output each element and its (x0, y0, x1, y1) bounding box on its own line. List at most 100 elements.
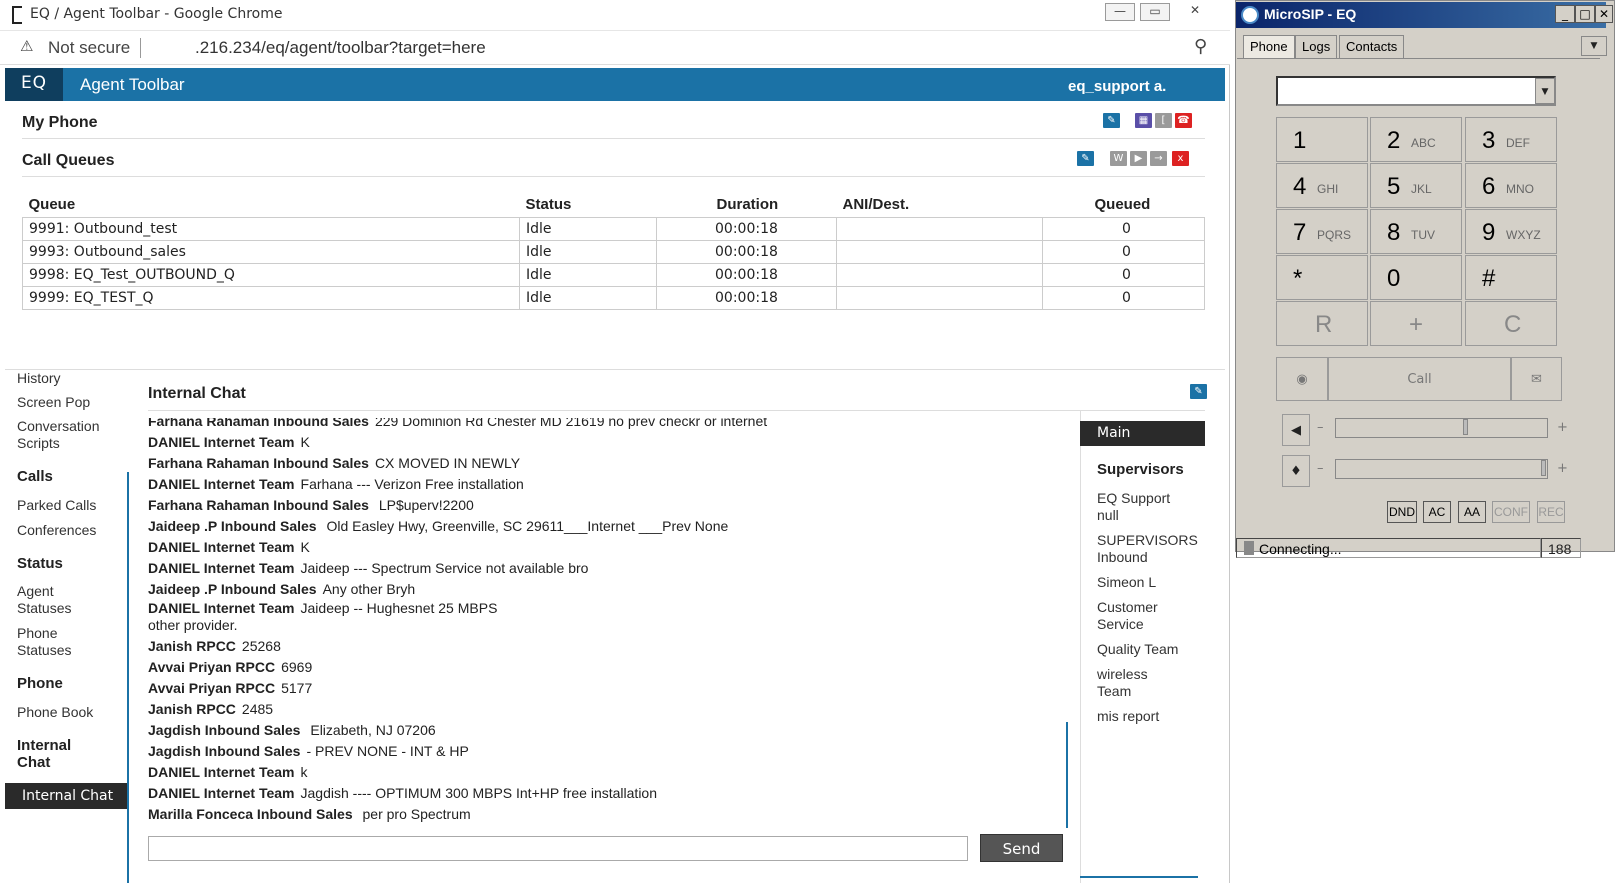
send-button[interactable]: Send (980, 834, 1063, 862)
chat-log[interactable]: Farhana Rahaman Inbound Sales 229 Dominio… (148, 418, 1068, 828)
microsip-close-button[interactable]: ✕ (1595, 5, 1613, 23)
room-item[interactable]: mis report (1097, 708, 1159, 725)
room-item[interactable]: SUPERVISORS (1097, 532, 1198, 549)
mic-slider-thumb[interactable] (1541, 460, 1546, 476)
transfer-icon[interactable]: [ (1155, 113, 1172, 128)
nav-phone-book[interactable]: Phone Book (17, 704, 93, 721)
ac-button[interactable]: AC (1423, 501, 1451, 523)
queues-wrench-icon[interactable]: ✎ (1077, 151, 1094, 166)
nav-scrollbar[interactable] (127, 472, 129, 883)
chat-text: Jaideep --- Spectrum Service not availab… (300, 560, 589, 576)
user-menu[interactable]: eq_support a. (1068, 78, 1166, 95)
forward-icon[interactable]: → (1150, 151, 1167, 166)
room-item-sub[interactable]: Service (1097, 616, 1144, 633)
key-0[interactable]: 0 (1370, 255, 1462, 300)
nav-parked-calls[interactable]: Parked Calls (17, 497, 96, 514)
key-hash[interactable]: # (1465, 255, 1557, 300)
key-digit: * (1293, 265, 1303, 292)
hangup-icon[interactable]: ☎ (1175, 113, 1192, 128)
microsip-maximize-button[interactable]: □ (1575, 5, 1595, 23)
room-item-sub[interactable]: Team (1097, 683, 1131, 700)
chat-message: Janish RPCC 25268 (148, 638, 281, 654)
tab-phone[interactable]: Phone (1243, 35, 1295, 59)
room-item[interactable]: Simeon L (1097, 574, 1156, 591)
nav-conversation-scripts[interactable]: Conversation (17, 418, 100, 435)
speaker-volume-slider[interactable] (1335, 418, 1548, 438)
key-9[interactable]: 9 WXYZ (1465, 209, 1557, 254)
app-header (5, 68, 1225, 101)
call-button[interactable]: Call (1328, 357, 1511, 401)
duration-cell: 00:00:18 (656, 285, 837, 310)
key-digit: C (1504, 311, 1522, 338)
tab-contacts[interactable]: Contacts (1339, 35, 1405, 59)
key-redial[interactable]: R (1276, 301, 1368, 346)
nav-agent-statuses[interactable]: Agent (17, 583, 54, 600)
key-star[interactable]: * (1276, 255, 1368, 300)
room-item[interactable]: wireless (1097, 666, 1148, 683)
speaker-icon[interactable]: ◀ (1282, 414, 1310, 446)
dial-dropdown-icon[interactable]: ▼ (1535, 78, 1555, 104)
nav-conversation-scripts-2[interactable]: Scripts (17, 435, 60, 452)
key-3[interactable]: 3 DEF (1465, 117, 1557, 162)
key-plus[interactable]: + (1370, 301, 1462, 346)
microsip-minimize-button[interactable]: _ (1555, 5, 1575, 23)
chat-scrollbar[interactable] (1066, 722, 1068, 828)
room-main[interactable]: Main (1080, 421, 1205, 446)
nav-agent-statuses-2[interactable]: Statuses (17, 600, 71, 617)
room-item[interactable]: EQ Support (1097, 490, 1170, 507)
nav-internal-chat[interactable]: Internal Chat (5, 783, 127, 809)
nav-history[interactable]: History (17, 370, 61, 387)
mic-volume-slider[interactable] (1335, 459, 1548, 479)
dnd-button[interactable]: DND (1387, 501, 1417, 523)
search-icon[interactable]: ⚲ (1194, 36, 1207, 57)
url-field[interactable]: .216.234/eq/agent/toolbar?target=here (195, 38, 486, 58)
rec-button[interactable]: REC (1537, 501, 1565, 523)
key-1[interactable]: 1 (1276, 117, 1368, 162)
video-call-icon[interactable]: ◉ (1276, 357, 1328, 401)
aa-button[interactable]: AA (1458, 501, 1486, 523)
ani-cell (836, 216, 1043, 241)
chat-wrench-icon[interactable]: ✎ (1190, 384, 1207, 399)
dialpad-icon[interactable]: ▦ (1135, 113, 1152, 128)
play-icon[interactable]: ▶ (1130, 151, 1147, 166)
nav-screen-pop[interactable]: Screen Pop (17, 394, 90, 411)
chat-text: Any other Bryh (322, 581, 416, 597)
chat-text: K (300, 434, 310, 450)
minimize-button[interactable]: — (1105, 3, 1135, 21)
room-scrollbar[interactable] (1080, 876, 1198, 878)
nav-phone-statuses[interactable]: Phone (17, 625, 57, 642)
key-2[interactable]: 2 ABC (1370, 117, 1462, 162)
key-8[interactable]: 8 TUV (1370, 209, 1462, 254)
microphone-icon[interactable]: ♦ (1282, 455, 1310, 487)
conf-button[interactable]: CONF (1492, 501, 1530, 523)
key-7[interactable]: 7 PQRS (1276, 209, 1368, 254)
nav-conferences[interactable]: Conferences (17, 522, 96, 539)
close-button[interactable]: ✕ (1180, 3, 1210, 21)
status-number: 188 (1541, 538, 1581, 558)
chat-sender: Avvai Priyan RPCC (148, 680, 276, 696)
tab-logs[interactable]: Logs (1295, 35, 1338, 59)
room-item[interactable]: Quality Team (1097, 641, 1178, 658)
whisper-icon[interactable]: W (1110, 151, 1127, 166)
settings-wrench-icon[interactable]: ✎ (1103, 113, 1120, 128)
room-item-sub[interactable]: Inbound (1097, 549, 1148, 566)
table-row[interactable]: 9991: Outbound_test Idle 00:00:18 0 (22, 216, 1205, 241)
close-icon[interactable]: x (1172, 151, 1189, 166)
chat-input[interactable] (148, 836, 968, 861)
room-item-sub[interactable]: null (1097, 507, 1119, 524)
table-row[interactable]: 9998: EQ_Test_OUTBOUND_Q Idle 00:00:18 0 (22, 262, 1205, 287)
room-item[interactable]: Customer (1097, 599, 1158, 616)
tabs-dropdown-icon[interactable]: ▼ (1581, 36, 1607, 56)
message-icon[interactable]: ✉ (1511, 357, 1562, 401)
not-secure-label[interactable]: Not secure (48, 38, 130, 58)
speaker-slider-thumb[interactable] (1463, 419, 1468, 435)
table-row[interactable]: 9999: EQ_TEST_Q Idle 00:00:18 0 (22, 285, 1205, 310)
key-clear[interactable]: C (1465, 301, 1557, 346)
table-row[interactable]: 9993: Outbound_sales Idle 00:00:18 0 (22, 239, 1205, 264)
key-5[interactable]: 5 JKL (1370, 163, 1462, 208)
key-4[interactable]: 4 GHI (1276, 163, 1368, 208)
dial-input[interactable] (1276, 76, 1556, 106)
key-6[interactable]: 6 MNO (1465, 163, 1557, 208)
maximize-button[interactable]: ▭ (1140, 3, 1170, 21)
nav-phone-statuses-2[interactable]: Statuses (17, 642, 71, 659)
